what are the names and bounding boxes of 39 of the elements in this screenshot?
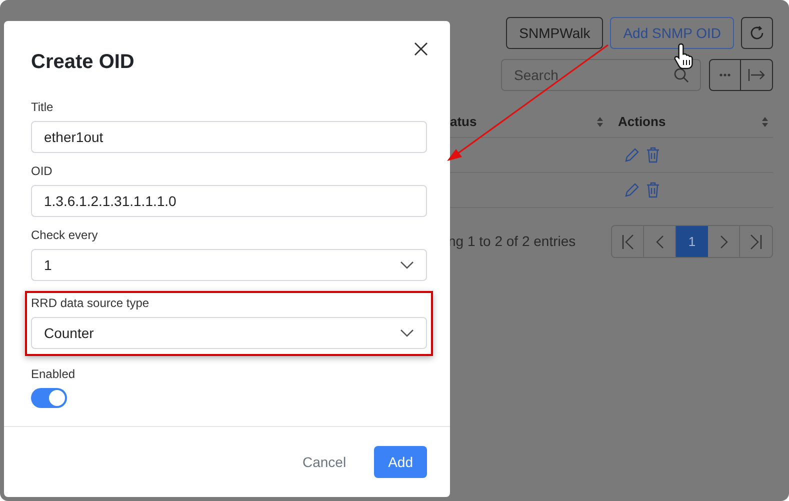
pencil-icon[interactable] [624,182,640,198]
last-page-icon [750,234,762,250]
search-field[interactable]: Search [501,59,701,91]
cancel-button[interactable]: Cancel [302,446,346,478]
chevron-down-icon [400,329,414,337]
page-button[interactable]: 1 [676,226,708,257]
select-field[interactable]: 1 [31,249,427,281]
field-label: Title [31,99,54,115]
refresh-icon [749,25,765,41]
sort-icon[interactable] [761,116,769,128]
chevron-right-icon [720,234,728,248]
select-field[interactable]: Counter [31,317,427,349]
trash-icon[interactable] [646,147,660,163]
text-field[interactable]: ether1out [31,121,427,153]
dialog-title: Create OID [31,50,134,75]
text-field[interactable]: 1.3.6.1.2.1.31.1.1.1.0 [31,185,427,217]
select-value: 1 [44,256,52,274]
close-icon [414,42,428,56]
refresh-button[interactable] [741,17,773,49]
close-button[interactable] [414,41,430,57]
add-button[interactable]: Add [374,446,427,478]
field-label: RRD data source type [31,295,150,311]
column-header[interactable]: atus [448,112,608,132]
chevron-down-icon [400,261,414,269]
column-header[interactable]: Actions [608,112,773,132]
field-label: OID [31,163,54,179]
pencil-icon[interactable] [624,147,640,163]
first-page-icon [622,234,634,250]
select-value: Counter [44,324,94,342]
trash-icon[interactable] [646,182,660,198]
arrow-bar-icon [748,68,766,82]
field-label: Enabled [31,366,76,382]
field-label: Check every [31,227,99,243]
chevron-left-icon [656,234,664,248]
snmpwalk-button[interactable]: SNMPWalk [506,17,604,49]
search-icon [673,67,689,83]
sort-icon[interactable] [596,116,604,128]
toggle-switch[interactable] [31,388,67,408]
more-icon [719,73,731,77]
